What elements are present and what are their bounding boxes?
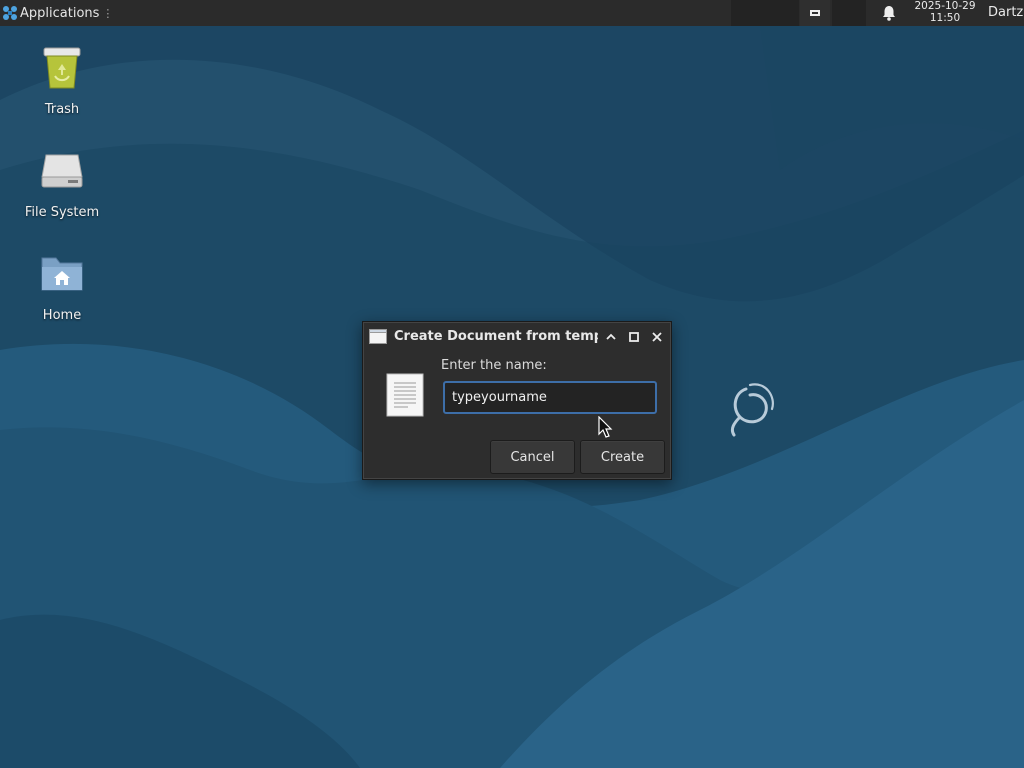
desktop-icon-label: File System [24, 205, 100, 220]
document-icon [386, 373, 424, 417]
panel-empty-slot[interactable] [731, 0, 765, 26]
applications-label: Applications [20, 5, 100, 21]
dialog-title: Create Document from templ... [394, 329, 598, 344]
drive-icon [41, 154, 83, 188]
window-buttons-icon[interactable] [800, 0, 830, 26]
desktop-icon-file-system[interactable]: File System [7, 147, 117, 220]
desktop[interactable]: Applications ⋮ 2025-10-29 11:50 Dartz Tr… [0, 0, 1024, 768]
panel-empty-slot[interactable] [832, 0, 866, 26]
mouse-pointer-icon [598, 416, 613, 438]
desktop-icon-label: Trash [44, 102, 80, 117]
create-button[interactable]: Create [580, 440, 665, 474]
panel-clock[interactable]: 2025-10-29 11:50 [906, 0, 984, 24]
name-prompt-label: Enter the name: [441, 358, 547, 373]
window-icon [369, 329, 387, 344]
desktop-icon-home[interactable]: Home [7, 250, 117, 323]
home-folder-icon [41, 257, 83, 291]
user-menu[interactable]: Dartz [988, 0, 1023, 26]
clock-time: 11:50 [929, 11, 961, 24]
create-document-dialog: Create Document from templ... [362, 321, 672, 480]
clock-date: 2025-10-29 [914, 0, 976, 12]
document-name-input[interactable] [443, 381, 657, 414]
trash-icon [43, 47, 81, 89]
desktop-icon-trash[interactable]: Trash [7, 44, 117, 117]
desktop-icon-label: Home [42, 308, 82, 323]
shade-chevron-up-icon[interactable] [603, 329, 619, 345]
panel-empty-slot[interactable] [765, 0, 799, 26]
notification-bell-icon[interactable] [880, 4, 898, 22]
close-icon[interactable] [649, 329, 665, 345]
cancel-button[interactable]: Cancel [490, 440, 575, 474]
maximize-icon[interactable] [626, 329, 642, 345]
dialog-titlebar[interactable]: Create Document from templ... [363, 322, 671, 352]
applications-menu-button[interactable]: Applications ⋮ [0, 0, 117, 26]
applications-logo-icon [3, 6, 17, 20]
panel-grip-icon: ⋮ [102, 6, 114, 20]
top-panel: Applications ⋮ 2025-10-29 11:50 Dartz [0, 0, 1024, 26]
